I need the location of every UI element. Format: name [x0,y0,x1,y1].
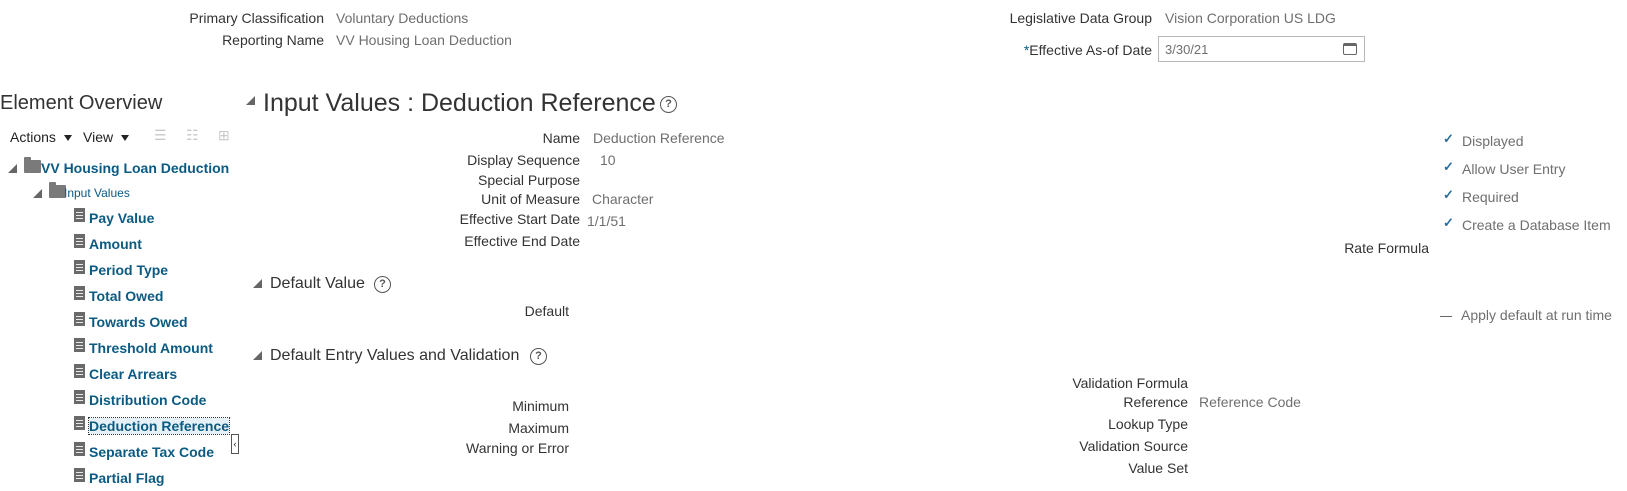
effective-date-label: *Effective As-of Date [1023,42,1152,58]
name-value: Deduction Reference [593,130,725,146]
tree-root-node[interactable]: VV Housing Loan Deduction [41,160,229,176]
help-icon[interactable]: ? [530,348,547,365]
document-icon [74,390,85,404]
document-icon [74,364,85,378]
validation-formula-label: Validation Formula [1072,375,1188,391]
flag-displayed: Displayed [1462,133,1524,149]
section-collapse-icon[interactable] [253,279,262,288]
caret-down-icon [63,135,72,142]
lookup-type-label: Lookup Type [1108,416,1188,432]
reference-label: Reference [1123,394,1188,410]
tree-item-amount[interactable]: Amount [89,236,142,252]
document-icon [74,468,85,482]
effective-start-date-value: 1/1/51 [587,213,626,229]
collapse-all-icon[interactable]: ☷ [186,127,199,144]
effective-end-date-label: Effective End Date [464,233,580,249]
page-title: Input Values : Deduction Reference [263,89,656,117]
reporting-name-value: VV Housing Loan Deduction [336,32,512,48]
special-purpose-label: Special Purpose [478,172,580,188]
display-sequence-value: 10 [600,152,616,168]
flag-required: Required [1462,189,1519,205]
tree-item-total-owed[interactable]: Total Owed [89,288,163,304]
default-value-section-title: Default Value [270,275,365,292]
reporting-name-label: Reporting Name [222,32,324,48]
section-collapse-icon[interactable] [253,351,262,360]
rate-formula-label: Rate Formula [1344,240,1429,256]
default-label: Default [524,303,569,319]
unchecked-mark-icon [1440,316,1452,317]
view-menu[interactable]: View [83,129,129,145]
ldg-label: Legislative Data Group [1009,10,1152,26]
tree-expand-icon[interactable] [33,189,42,198]
panel-collapse-handle[interactable]: ‹ [231,434,239,454]
validation-source-label: Validation Source [1079,438,1188,454]
document-icon [74,442,85,456]
check-icon: ✓ [1443,159,1454,174]
document-icon [74,312,85,326]
check-icon: ✓ [1443,131,1454,146]
unit-of-measure-label: Unit of Measure [481,191,580,207]
flag-create-database-item: Create a Database Item [1462,217,1611,233]
check-icon: ✓ [1443,187,1454,202]
document-icon [74,208,85,222]
tree-item-towards-owed[interactable]: Towards Owed [89,314,188,330]
document-icon [74,234,85,248]
display-sequence-label: Display Sequence [467,152,580,168]
tree-item-period-type[interactable]: Period Type [89,262,168,278]
effective-date-input[interactable] [1158,36,1365,62]
tree-item-deduction-reference[interactable]: Deduction Reference [87,417,231,435]
tree-item-pay-value[interactable]: Pay Value [89,210,154,226]
expand-all-icon[interactable]: ☰ [154,127,167,144]
check-icon: ✓ [1443,215,1454,230]
tree-scope-icon[interactable]: ⊞ [218,127,229,144]
caret-down-icon [120,135,129,142]
effective-start-date-label: Effective Start Date [459,211,580,227]
apply-default-at-run-time: Apply default at run time [1461,307,1612,323]
tree-item-clear-arrears[interactable]: Clear Arrears [89,366,177,382]
section-collapse-icon[interactable] [246,96,255,105]
calendar-icon[interactable] [1343,43,1357,55]
tree-item-distribution-code[interactable]: Distribution Code [89,392,206,408]
name-label: Name [542,130,580,146]
flag-allow-user-entry: Allow User Entry [1462,161,1566,177]
primary-classification-label: Primary Classification [189,10,324,26]
document-icon [74,260,85,274]
document-icon [74,416,85,430]
value-set-label: Value Set [1128,460,1188,476]
ldg-value: Vision Corporation US LDG [1165,10,1336,26]
help-icon[interactable]: ? [660,96,677,113]
unit-of-measure-value: Character [592,191,654,207]
validation-section-title: Default Entry Values and Validation [270,347,520,364]
reference-value: Reference Code [1199,394,1301,410]
document-icon [74,286,85,300]
document-icon [74,338,85,352]
minimum-label: Minimum [512,398,569,414]
actions-menu[interactable]: Actions [10,129,72,145]
help-icon[interactable]: ? [374,276,391,293]
tree-expand-icon[interactable] [8,164,17,173]
primary-classification-value: Voluntary Deductions [336,10,469,26]
maximum-label: Maximum [508,420,569,436]
tree-item-threshold-amount[interactable]: Threshold Amount [89,340,213,356]
folder-icon [24,157,41,173]
tree-folder-input-values[interactable]: Input Values [64,186,130,200]
tree-item-partial-flag[interactable]: Partial Flag [89,470,164,486]
warning-or-error-label: Warning or Error [466,440,569,456]
tree-item-separate-tax-code[interactable]: Separate Tax Code [89,444,214,460]
sidebar-title: Element Overview [0,92,163,114]
